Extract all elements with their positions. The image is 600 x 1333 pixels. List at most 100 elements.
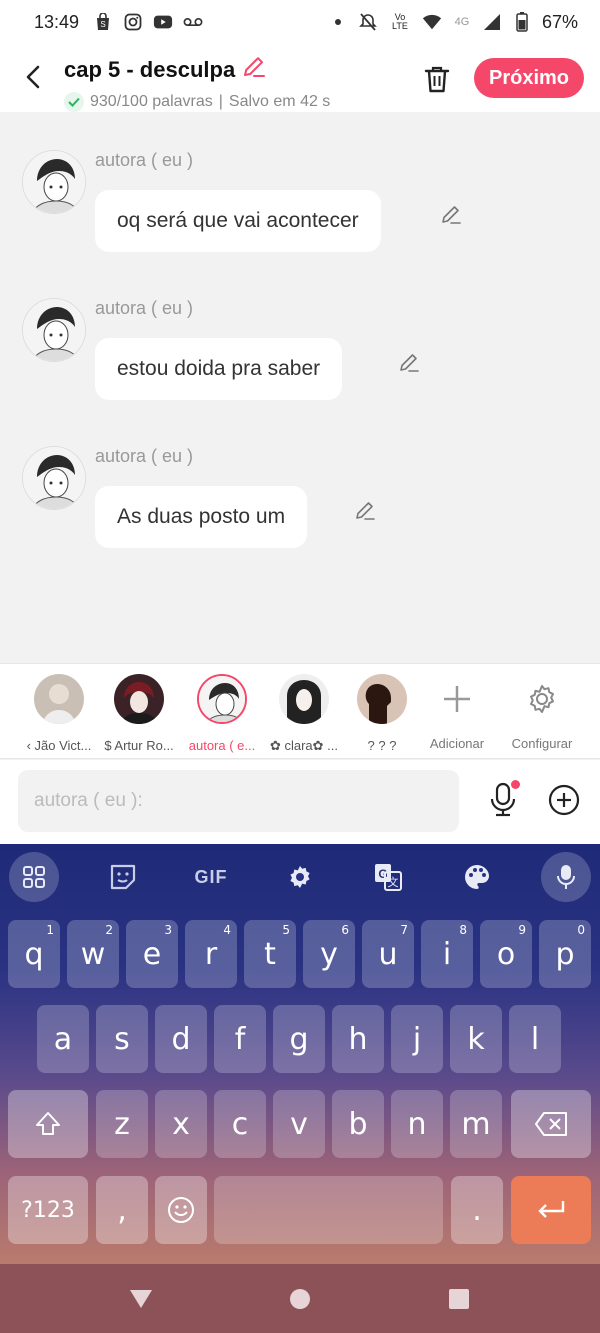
nav-back-button[interactable] [126, 1284, 156, 1314]
sticker-icon[interactable] [98, 852, 148, 902]
key-n[interactable]: n [391, 1090, 443, 1158]
keyboard-toolbar: GIF G文 [0, 844, 600, 908]
back-button[interactable] [18, 62, 48, 92]
next-button[interactable]: Próximo [474, 58, 584, 98]
palette-icon[interactable] [452, 852, 502, 902]
shift-key[interactable] [8, 1090, 88, 1158]
apps-grid-icon[interactable] [9, 852, 59, 902]
avatar[interactable] [22, 446, 86, 510]
network-type: 4G [454, 16, 470, 28]
character-avatar [114, 674, 164, 724]
character-item-active[interactable]: autora ( e... [181, 674, 263, 753]
nav-recents-button[interactable] [444, 1284, 474, 1314]
delete-button[interactable] [420, 62, 454, 96]
message-bubble[interactable]: As duas posto um [95, 486, 308, 548]
edit-title-icon[interactable] [241, 54, 267, 86]
notification-dot-icon [328, 12, 348, 32]
key-b[interactable]: b [332, 1090, 384, 1158]
key-y[interactable]: y6 [303, 920, 355, 988]
svg-text:S: S [100, 20, 105, 29]
message-bubble[interactable]: estou doida pra saber [95, 338, 343, 400]
composer: autora ( eu ): [0, 760, 600, 844]
add-character-button[interactable]: Adicionar [412, 674, 502, 751]
edit-message-icon[interactable] [438, 202, 464, 228]
editor-header: cap 5 - desculpa 930/100 palavras | Salv… [0, 44, 600, 112]
signal-icon [482, 12, 502, 32]
character-item[interactable]: $ Artur Ro... [98, 674, 180, 753]
backspace-key[interactable] [511, 1090, 591, 1158]
clock: 13:49 [34, 11, 80, 32]
comma-key[interactable]: , [96, 1176, 148, 1244]
period-key[interactable]: . [451, 1176, 503, 1244]
key-q[interactable]: q1 [8, 920, 60, 988]
key-u[interactable]: u7 [362, 920, 414, 988]
status-bar: 13:49 S Vo LTE 4G 67% [0, 0, 600, 44]
key-r[interactable]: r4 [185, 920, 237, 988]
key-m[interactable]: m [450, 1090, 502, 1158]
emoji-key[interactable] [155, 1176, 207, 1244]
keyboard-mic-icon[interactable] [541, 852, 591, 902]
triangle-back-icon [130, 1290, 152, 1308]
wifi-icon [422, 12, 442, 32]
key-f[interactable]: f [214, 1005, 266, 1073]
enter-key[interactable] [511, 1176, 591, 1244]
key-z[interactable]: z [96, 1090, 148, 1158]
symbols-key[interactable]: ?123 [8, 1176, 88, 1244]
title-area: cap 5 - desculpa 930/100 palavras | Salv… [64, 54, 330, 112]
key-w[interactable]: w2 [67, 920, 119, 988]
character-item[interactable]: ‹ Jão Vict... [18, 674, 100, 753]
keyboard: GIF G文 q1 w2 e3 r4 t5 y6 u7 i8 o9 p0 a s… [0, 844, 600, 1264]
key-x[interactable]: x [155, 1090, 207, 1158]
character-avatar [34, 674, 84, 724]
key-l[interactable]: l [509, 1005, 561, 1073]
message-bubble[interactable]: oq será que vai acontecer [95, 190, 381, 252]
edit-message-icon[interactable] [352, 498, 378, 524]
key-v[interactable]: v [273, 1090, 325, 1158]
add-label: Adicionar [429, 736, 485, 751]
battery-icon [512, 12, 532, 32]
settings-gear-icon[interactable] [275, 852, 325, 902]
nav-home-button[interactable] [285, 1284, 315, 1314]
character-item[interactable]: ✿ clara✿ ... [263, 674, 345, 754]
message-item: autora ( eu ) estou doida pra saber [0, 298, 600, 418]
key-t[interactable]: t5 [244, 920, 296, 988]
key-j[interactable]: j [391, 1005, 443, 1073]
edit-message-icon[interactable] [396, 350, 422, 376]
key-h[interactable]: h [332, 1005, 384, 1073]
key-i[interactable]: i8 [421, 920, 473, 988]
gif-button[interactable]: GIF [186, 852, 236, 902]
chat-area: autora ( eu ) oq será que vai acontecer … [0, 112, 600, 662]
key-p[interactable]: p0 [539, 920, 591, 988]
key-g[interactable]: g [273, 1005, 325, 1073]
key-e[interactable]: e3 [126, 920, 178, 988]
configure-button[interactable]: Configurar [497, 674, 587, 751]
key-s[interactable]: s [96, 1005, 148, 1073]
voicemail-icon [183, 12, 203, 32]
key-a[interactable]: a [37, 1005, 89, 1073]
translate-icon[interactable]: G文 [363, 852, 413, 902]
character-item[interactable]: ? ? ? [341, 674, 423, 753]
shopping-bag-icon: S [93, 12, 113, 32]
voice-input-button[interactable] [486, 780, 520, 820]
key-k[interactable]: k [450, 1005, 502, 1073]
chapter-title[interactable]: cap 5 - desculpa [64, 57, 235, 83]
character-strip: ‹ Jão Vict... $ Artur Ro... autora ( e..… [0, 663, 600, 759]
attach-button[interactable] [548, 784, 580, 816]
system-nav-bar [0, 1264, 600, 1333]
notifications-off-icon [358, 12, 378, 32]
character-name: ‹ Jão Vict... [26, 738, 92, 753]
avatar[interactable] [22, 150, 86, 214]
character-name: ? ? ? [367, 738, 397, 753]
space-key[interactable] [214, 1176, 443, 1244]
message-author: autora ( eu ) [95, 150, 194, 170]
message-input[interactable]: autora ( eu ): [18, 770, 459, 832]
svg-text:G: G [378, 867, 387, 881]
key-o[interactable]: o9 [480, 920, 532, 988]
character-name: $ Artur Ro... [104, 738, 174, 753]
key-d[interactable]: d [155, 1005, 207, 1073]
battery-level: 67% [541, 11, 578, 32]
key-c[interactable]: c [214, 1090, 266, 1158]
trash-icon [424, 66, 450, 93]
avatar[interactable] [22, 298, 86, 362]
plus-icon [432, 674, 482, 724]
